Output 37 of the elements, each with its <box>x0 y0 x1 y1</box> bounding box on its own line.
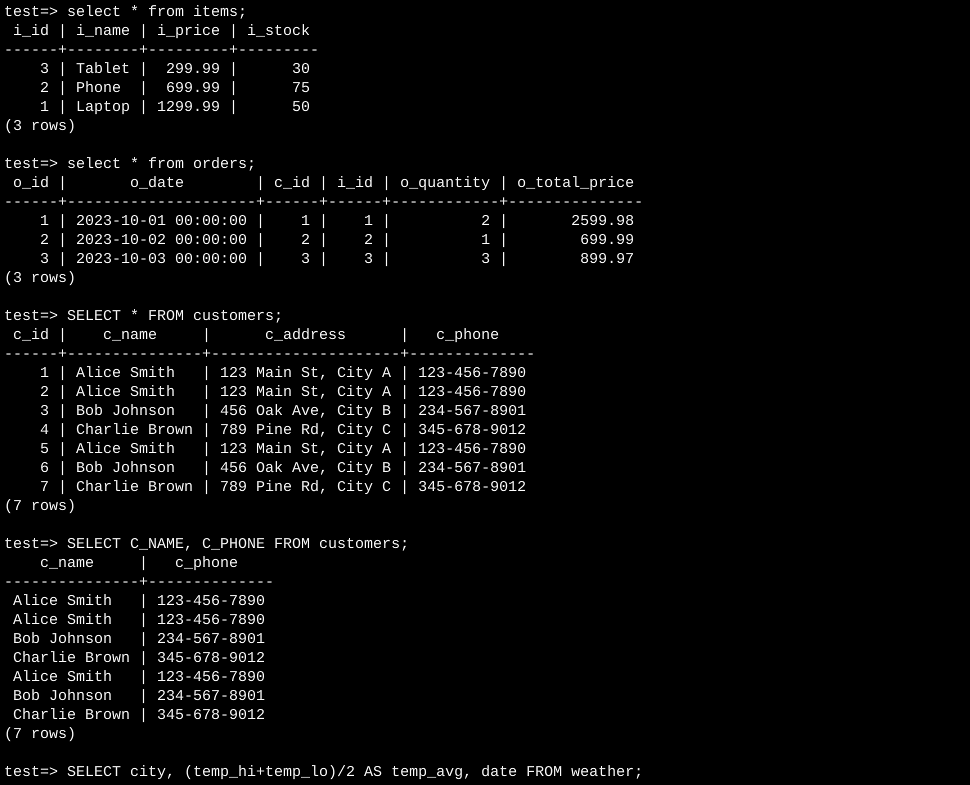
output-line: (7 rows) <box>4 497 76 516</box>
output-line: ------+--------+---------+--------- <box>4 41 320 60</box>
command-line: test=> select * from orders; <box>4 155 256 174</box>
output-line: c_name | c_phone <box>39 554 238 573</box>
output-line: 7 | Charlie Brown | 789 Pine Rd, City C | 345-678-9012 <box>39 478 526 497</box>
output-line: Alice Smith | 123-456-7890 <box>12 592 266 611</box>
output-line: i_id | i_name | i_price | i_stock <box>12 22 310 41</box>
output-line: c_id | c_name | c_address | c_phone <box>12 326 500 345</box>
output-line: (3 rows) <box>4 117 76 136</box>
output-line: 4 | Charlie Brown | 789 Pine Rd, City C | 345-678-9012 <box>39 421 526 440</box>
output-line: 6 | Bob Johnson | 456 Oak Ave, City B | 234-567-8901 <box>39 459 526 478</box>
output-line: Bob Johnson | 234-567-8901 <box>12 630 266 649</box>
output-line: Charlie Brown | 345-678-9012 <box>12 649 266 668</box>
output-line: 2 | Alice Smith | 123 Main St, City A | 123-456-7890 <box>39 383 526 402</box>
output-line: (3 rows) <box>4 269 76 288</box>
output-line: 1 | 2023-10-01 00:00:00 | 1 | 1 | 2 | 2599.98 <box>39 212 634 231</box>
output-line: (7 rows) <box>4 725 76 744</box>
output-line: Alice Smith | 123-456-7890 <box>12 668 266 687</box>
output-line: 1 | Laptop | 1299.99 | 50 <box>39 98 310 117</box>
command-line: test=> select * from items; <box>4 3 248 22</box>
output-line: o_id | o_date | c_id | i_id | o_quantity | o_total_price <box>12 174 634 193</box>
output-line: 2 | 2023-10-02 00:00:00 | 2 | 2 | 1 | 699.99 <box>39 231 634 250</box>
output-line: Charlie Brown | 345-678-9012 <box>12 706 266 725</box>
output-line: ------+---------------------+------+------+------------+--------------- <box>4 193 644 212</box>
command-line: test=> SELECT city, (temp_hi+temp_lo)/2 AS temp_avg, date FROM weather; <box>4 763 644 782</box>
output-line: Alice Smith | 123-456-7890 <box>12 611 266 630</box>
output-line: 5 | Alice Smith | 123 Main St, City A | 123-456-7890 <box>39 440 526 459</box>
output-line: Bob Johnson | 234-567-8901 <box>12 687 266 706</box>
output-line: ------+---------------+---------------------+-------------- <box>4 345 536 364</box>
output-line: 1 | Alice Smith | 123 Main St, City A | 123-456-7890 <box>39 364 526 383</box>
command-line: test=> SELECT C_NAME, C_PHONE FROM customers; <box>4 535 410 554</box>
output-line: 3 | Bob Johnson | 456 Oak Ave, City B | 234-567-8901 <box>39 402 526 421</box>
output-line: 3 | Tablet | 299.99 | 30 <box>39 60 310 79</box>
output-line: 3 | 2023-10-03 00:00:00 | 3 | 3 | 3 | 899.97 <box>39 250 634 269</box>
output-line: 2 | Phone | 699.99 | 75 <box>39 79 310 98</box>
output-line: ---------------+-------------- <box>4 573 274 592</box>
command-line: test=> SELECT * FROM customers; <box>4 307 284 326</box>
